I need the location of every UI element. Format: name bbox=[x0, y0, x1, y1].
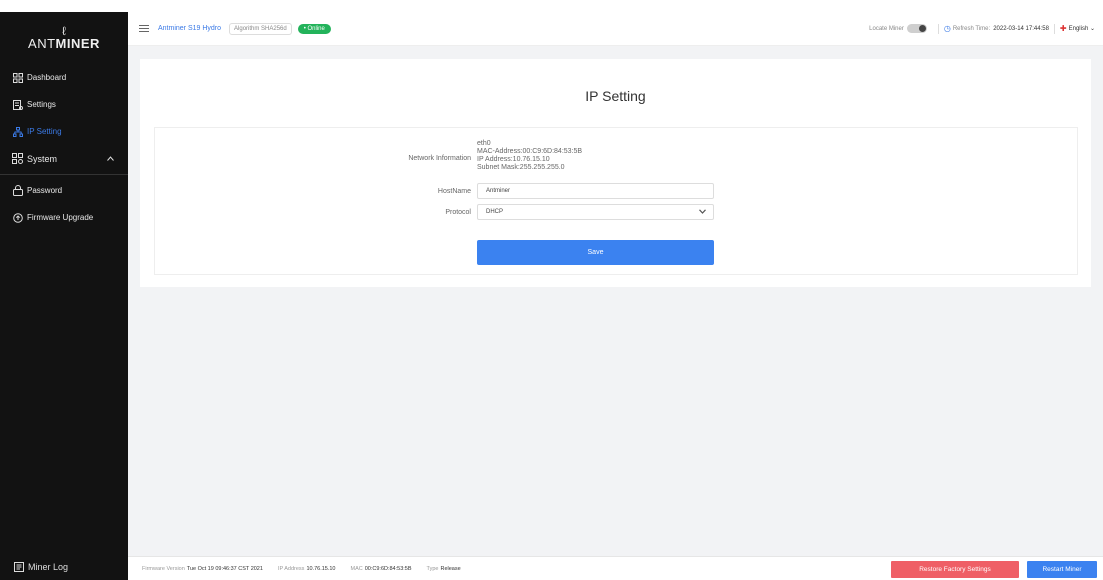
miner-model: Antminer S19 Hydro bbox=[158, 25, 222, 32]
sidebar-item-label: IP Setting bbox=[27, 127, 62, 136]
header-divider bbox=[1053, 23, 1055, 34]
hostname-label: HostName bbox=[437, 188, 471, 195]
miner-log-button[interactable]: Miner Log bbox=[0, 554, 128, 580]
footer-ip-label: IP Address bbox=[277, 565, 305, 572]
footer-type: Type Release bbox=[427, 566, 461, 572]
sidebar-item-label: Dashboard bbox=[27, 73, 67, 82]
sidebar-item-system[interactable]: System bbox=[0, 145, 128, 172]
ip-setting-form: Network Information eth0 MAC-Address:00:… bbox=[154, 127, 1078, 275]
firmware-version: Firmware Version Tue Oct 19 09:46:37 CST … bbox=[142, 566, 263, 572]
logo-mark-icon: ℓ bbox=[62, 23, 66, 38]
firmware-version-value: Tue Oct 19 09:46:37 CST 2021 bbox=[186, 565, 263, 572]
grid-icon bbox=[12, 72, 23, 83]
algorithm-badge: Algorithm SHA256d bbox=[229, 22, 292, 35]
logo-text-bold: MINER bbox=[55, 35, 100, 51]
footer-mac-value: 00:C9:6D:84:53:5B bbox=[364, 565, 412, 572]
page-title: IP Setting bbox=[585, 88, 646, 104]
clock-icon: ◷ bbox=[943, 24, 951, 33]
header-right: Locate Miner ◷ Refresh Time: 2022-03-14 … bbox=[869, 23, 1103, 34]
sidebar-item-firmware-upgrade[interactable]: Firmware Upgrade bbox=[0, 204, 128, 231]
footer-ip-address: IP Address 10.76.15.10 bbox=[278, 566, 336, 572]
subnet-mask: Subnet Mask:255.255.255.0 bbox=[477, 164, 565, 171]
top-header: Antminer S19 Hydro Algorithm SHA256d • O… bbox=[128, 12, 1103, 46]
footer-ip-value: 10.76.15.10 bbox=[306, 565, 336, 572]
upgrade-icon bbox=[12, 212, 23, 223]
sidebar: ℓ ANTMINER Dashboard Settings IP Setting… bbox=[0, 12, 128, 580]
logo-text: ANTMINER bbox=[28, 36, 100, 51]
sidebar-item-label: Settings bbox=[27, 100, 56, 109]
locate-miner-toggle[interactable] bbox=[906, 24, 927, 33]
mac-address: MAC-Address:00:C9:6D:84:53:5B bbox=[477, 148, 583, 155]
sidebar-item-label: Password bbox=[27, 186, 63, 195]
ip-setting-card: IP Setting Network Information eth0 MAC-… bbox=[140, 59, 1091, 287]
main-content: IP Setting Network Information eth0 MAC-… bbox=[128, 46, 1103, 556]
sidebar-item-settings[interactable]: Settings bbox=[0, 91, 128, 118]
protocol-value: DHCP bbox=[486, 209, 504, 215]
refresh-time-value: 2022-03-14 17:44:58 bbox=[993, 25, 1049, 32]
footer-mac: MAC 00:C9:6D:84:53:5B bbox=[351, 566, 412, 572]
network-info-value: eth0 MAC-Address:00:C9:6D:84:53:5B IP Ad… bbox=[477, 140, 582, 172]
protocol-select[interactable]: DHCP bbox=[477, 204, 714, 220]
network-icon bbox=[12, 126, 23, 137]
header-divider bbox=[937, 23, 939, 34]
locate-miner-label: Locate Miner bbox=[869, 25, 904, 32]
language-select[interactable]: English ⌄ bbox=[1069, 25, 1095, 32]
status-footer: Firmware Version Tue Oct 19 09:46:37 CST … bbox=[128, 556, 1103, 580]
log-icon bbox=[14, 562, 24, 572]
interface-name: eth0 bbox=[477, 140, 491, 147]
network-info-label: Network Information bbox=[408, 155, 471, 162]
system-icon bbox=[12, 153, 23, 164]
ip-address: IP Address:10.76.15.10 bbox=[477, 156, 550, 163]
restore-factory-button[interactable]: Restore Factory Settings bbox=[891, 561, 1019, 578]
settings-icon bbox=[12, 99, 23, 110]
footer-type-value: Release bbox=[440, 565, 461, 572]
logo-text-light: ANT bbox=[28, 35, 56, 51]
miner-log-label: Miner Log bbox=[28, 562, 69, 572]
sidebar-item-label: System bbox=[27, 153, 58, 164]
menu-icon[interactable] bbox=[139, 25, 149, 32]
sidebar-item-ip-setting[interactable]: IP Setting bbox=[0, 118, 128, 145]
hostname-field[interactable]: Antminer bbox=[477, 183, 714, 199]
save-button[interactable]: Save bbox=[477, 240, 714, 265]
footer-mac-label: MAC bbox=[350, 565, 363, 572]
firmware-version-label: Firmware Version bbox=[142, 565, 185, 572]
restart-miner-button[interactable]: Restart Miner bbox=[1027, 561, 1097, 578]
lock-icon bbox=[12, 185, 23, 196]
sidebar-divider bbox=[0, 174, 128, 175]
antminer-logo: ℓ ANTMINER bbox=[0, 12, 128, 64]
sidebar-item-label: Firmware Upgrade bbox=[27, 213, 94, 222]
flag-icon: ✚ bbox=[1059, 24, 1067, 33]
footer-type-label: Type bbox=[426, 565, 439, 572]
status-badge: • Online bbox=[297, 23, 331, 34]
chevron-down-icon bbox=[699, 208, 706, 216]
refresh-time-label: Refresh Time: bbox=[952, 25, 991, 32]
protocol-label: Protocol bbox=[445, 209, 471, 216]
hostname-value: Antminer bbox=[486, 188, 511, 194]
sidebar-item-password[interactable]: Password bbox=[0, 177, 128, 204]
chevron-up-icon bbox=[107, 154, 114, 163]
sidebar-item-dashboard[interactable]: Dashboard bbox=[0, 64, 128, 91]
